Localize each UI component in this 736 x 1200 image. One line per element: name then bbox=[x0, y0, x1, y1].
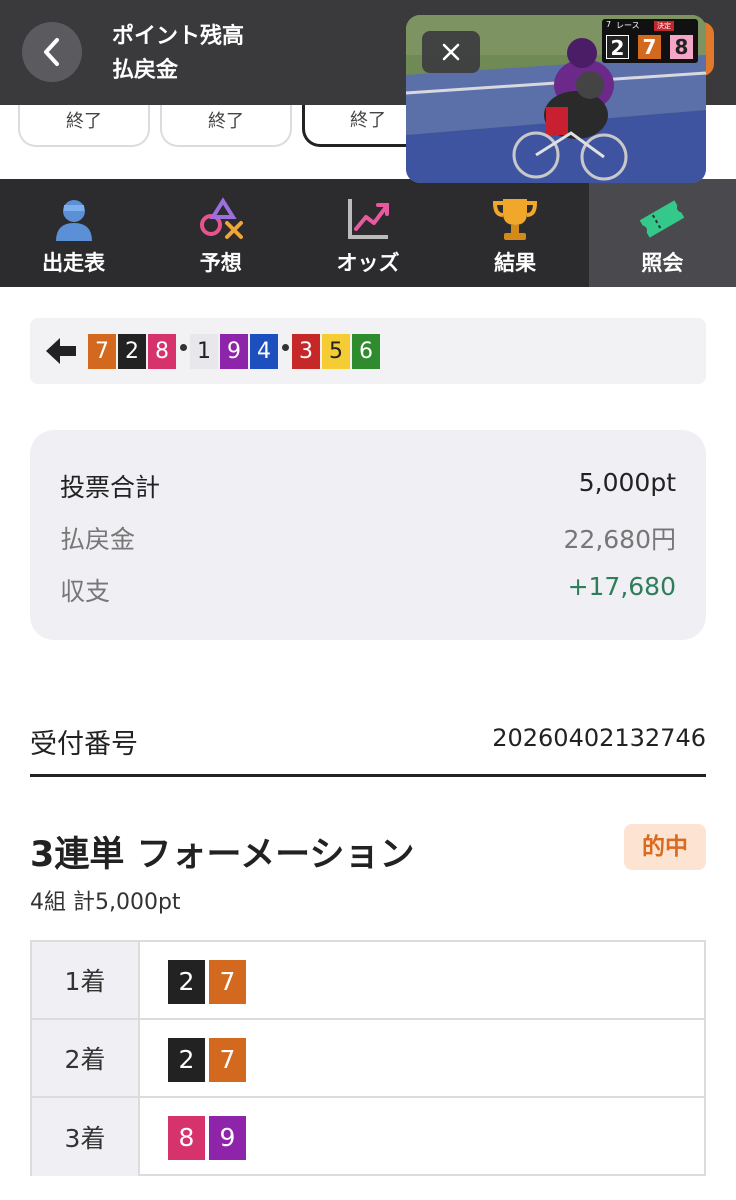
prediction-icon bbox=[197, 195, 245, 243]
finish-chip: 3 bbox=[292, 334, 320, 369]
nav-item-entry[interactable]: 出走表 bbox=[0, 179, 147, 287]
receipt-number-label: 受付番号 bbox=[30, 729, 138, 760]
balance-row: 収支 +17,680 bbox=[60, 572, 676, 612]
finish-chip: 6 bbox=[352, 334, 380, 369]
table-row: 2着 2 7 bbox=[32, 1020, 704, 1098]
video-race-number: 7 bbox=[606, 20, 612, 29]
nav-label-results: 結果 bbox=[494, 251, 537, 275]
chevron-left-icon bbox=[44, 38, 59, 66]
divider bbox=[30, 774, 706, 777]
bike-number-chip: 2 bbox=[168, 960, 205, 1004]
bike-number-chip: 9 bbox=[209, 1116, 246, 1160]
video-status-badge: 決定 bbox=[654, 21, 674, 31]
bike-number-chip: 7 bbox=[209, 960, 246, 1004]
hit-badge: 的中 bbox=[624, 824, 706, 870]
header-title: ポイント残高 払戻金 bbox=[112, 20, 244, 88]
total-bet-value: 5,000pt bbox=[578, 468, 676, 497]
bike-number-chip: 2 bbox=[168, 1038, 205, 1082]
back-button[interactable] bbox=[22, 22, 82, 82]
payout-summary-card: 投票合計 5,000pt 払戻金 22,680円 収支 +17,680 bbox=[30, 430, 706, 640]
balance-value: +17,680 bbox=[567, 572, 676, 601]
separator-dot bbox=[282, 344, 289, 351]
header-title-line1: ポイント残高 bbox=[112, 24, 245, 49]
finish-chip: 1 bbox=[190, 334, 218, 369]
nav-label-odds: オッズ bbox=[336, 251, 400, 275]
race-video-player[interactable]: 7 レース 決定 2 7 8 bbox=[406, 15, 706, 183]
nav-label-prediction: 予想 bbox=[199, 251, 242, 275]
formation-table: 1着 2 7 2着 2 7 3着 8 9 bbox=[30, 940, 706, 1176]
odds-chart-icon bbox=[344, 195, 392, 243]
entry-list-icon bbox=[50, 195, 98, 243]
nav-item-inquiry[interactable]: 照会 bbox=[588, 179, 736, 287]
finish-order-bar: 7 2 8 1 9 4 3 5 6 bbox=[30, 318, 706, 384]
payout-label: 払戻金 bbox=[60, 525, 136, 554]
finish-chip: 4 bbox=[250, 334, 278, 369]
video-result-2: 7 bbox=[638, 35, 661, 59]
finish-chip: 2 bbox=[118, 334, 146, 369]
table-row: 3着 8 9 bbox=[32, 1098, 704, 1176]
finish-chip: 5 bbox=[322, 334, 350, 369]
nav-label-inquiry: 照会 bbox=[641, 251, 684, 275]
video-result-board: 7 レース 決定 2 7 8 bbox=[602, 19, 698, 63]
video-result-3: 8 bbox=[670, 35, 693, 59]
race-tab[interactable]: 終了 bbox=[160, 105, 292, 147]
table-row: 1着 2 7 bbox=[32, 942, 704, 1020]
balance-label: 収支 bbox=[60, 577, 111, 606]
nav-item-prediction[interactable]: 予想 bbox=[147, 179, 294, 287]
nav-label-entry: 出走表 bbox=[42, 251, 106, 275]
position-label: 1着 bbox=[32, 942, 140, 1018]
bet-summary: 4組 計5,000pt bbox=[30, 890, 181, 915]
bike-number-chip: 8 bbox=[168, 1116, 205, 1160]
video-result-1: 2 bbox=[606, 35, 629, 60]
race-tab[interactable]: 終了 bbox=[18, 105, 150, 147]
separator-dot bbox=[180, 344, 187, 351]
header-title-line2: 払戻金 bbox=[112, 58, 179, 83]
payout-row: 払戻金 22,680円 bbox=[60, 520, 676, 560]
trophy-icon bbox=[491, 195, 539, 243]
bike-number-chip: 7 bbox=[209, 1038, 246, 1082]
nav-item-odds[interactable]: オッズ bbox=[294, 179, 441, 287]
close-icon bbox=[442, 43, 460, 61]
receipt-number-value: 20260402132746 bbox=[492, 724, 706, 752]
arrow-left-icon bbox=[46, 338, 76, 364]
ticket-icon bbox=[638, 195, 686, 243]
video-race-label: レース bbox=[616, 21, 640, 30]
nav-item-results[interactable]: 結果 bbox=[442, 179, 589, 287]
payout-value: 22,680円 bbox=[563, 525, 676, 554]
total-bet-label: 投票合計 bbox=[60, 473, 161, 502]
finish-chip: 8 bbox=[148, 334, 176, 369]
finish-chip: 9 bbox=[220, 334, 248, 369]
total-bet-row: 投票合計 5,000pt bbox=[60, 468, 676, 508]
finish-chip: 7 bbox=[88, 334, 116, 369]
position-label: 3着 bbox=[32, 1098, 140, 1176]
close-video-button[interactable] bbox=[422, 31, 480, 73]
bet-type-title: 3連単 フォーメーション bbox=[30, 835, 415, 875]
position-label: 2着 bbox=[32, 1020, 140, 1096]
main-nav: 出走表 予想 オッズ 結果 照会 bbox=[0, 179, 736, 287]
